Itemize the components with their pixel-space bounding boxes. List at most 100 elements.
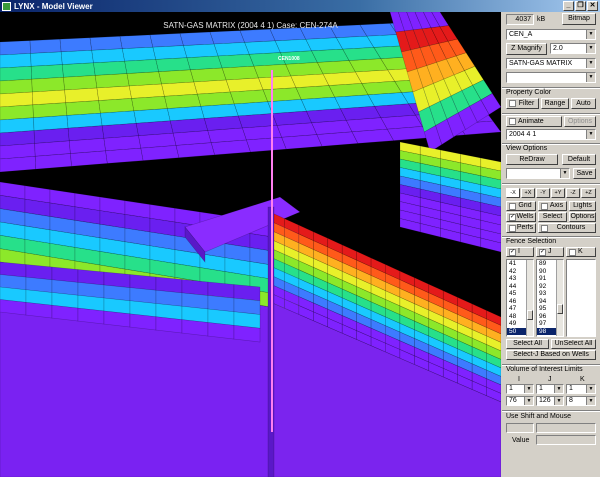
fence-i-list[interactable]: 41 42 43 44 45 46 47 48 49 50 — [506, 259, 534, 337]
grid-checkbox[interactable] — [509, 203, 516, 210]
left-lower-bands — [207, 322, 235, 340]
back-arch-slab — [239, 28, 276, 43]
redraw-button[interactable]: ReDraw — [506, 154, 558, 165]
select-wells-button[interactable]: Select — [538, 212, 567, 222]
chevron-down-icon[interactable]: ▼ — [560, 169, 569, 178]
minimize-button[interactable]: _ — [563, 1, 574, 11]
back-arch-slab — [63, 75, 98, 91]
voi-k-min[interactable]: 1 ▼ — [566, 384, 596, 394]
back-arch-slab — [34, 153, 72, 170]
fence-selection-label: Fence Selection — [506, 238, 557, 245]
back-arch-slab — [193, 79, 231, 95]
back-arch-slab — [32, 89, 67, 106]
view-plus-z-button[interactable]: +Z — [581, 188, 596, 198]
animate-toggle[interactable]: Animate — [506, 116, 562, 127]
fence-i-checkbox[interactable]: ✓ — [509, 249, 516, 256]
grid-toggle[interactable]: Grid — [506, 201, 536, 211]
fence-j-checkbox[interactable]: ✓ — [539, 249, 546, 256]
fence-k-toggle[interactable]: K — [566, 247, 596, 257]
voi-j-header: J — [548, 376, 552, 383]
memory-readout: 4037 — [506, 14, 534, 25]
chevron-down-icon[interactable]: ▼ — [586, 130, 595, 139]
voi-j-max[interactable]: 126 ▼ — [536, 396, 564, 406]
chevron-down-icon[interactable]: ▼ — [586, 59, 595, 68]
chevron-down-icon[interactable]: ▼ — [586, 44, 595, 53]
date-select[interactable]: 2004 4 1 ▼ — [506, 129, 596, 140]
back-arch-slab — [190, 67, 227, 83]
wells-checkbox[interactable]: ✓ — [509, 214, 516, 221]
voi-k-max-value: 8 — [569, 397, 573, 404]
animate-options-button[interactable]: Options — [564, 116, 596, 127]
view-preset-select[interactable]: ▼ — [506, 168, 570, 179]
chevron-down-icon[interactable]: ▼ — [586, 73, 595, 82]
view-minus-z-button[interactable]: -Z — [566, 188, 580, 198]
chevron-down-icon[interactable]: ▼ — [586, 397, 595, 405]
unselect-all-button[interactable]: UnSelect All — [551, 339, 596, 349]
bitmap-button[interactable]: Bitmap — [562, 13, 596, 25]
default-button[interactable]: Default — [562, 154, 596, 165]
view-minus-x-button[interactable]: -X — [506, 188, 520, 198]
fence-j-scrollbar[interactable] — [556, 260, 563, 336]
select-all-button[interactable]: Select All — [506, 339, 549, 349]
save-view-button[interactable]: Save — [573, 168, 596, 179]
window-title: LYNX - Model Viewer — [14, 1, 93, 11]
z-magnify-button[interactable]: Z Magnify — [506, 43, 547, 55]
chevron-down-icon[interactable]: ▼ — [524, 397, 533, 405]
voi-j-min[interactable]: 1 ▼ — [536, 384, 564, 394]
fence-i-scrollbar[interactable] — [526, 260, 533, 336]
maximize-button[interactable]: ❐ — [575, 1, 586, 11]
voi-i-max[interactable]: 76 ▼ — [506, 396, 534, 406]
fence-j-toggle[interactable]: ✓ J — [536, 247, 564, 257]
close-button[interactable]: ✕ — [587, 1, 598, 11]
z-magnify-select[interactable]: 2.0 ▼ — [550, 43, 596, 54]
back-arch-slab — [93, 60, 128, 76]
left-lower-bands — [181, 319, 209, 337]
back-arch-slab — [124, 59, 160, 74]
auto-button[interactable]: Auto — [571, 98, 596, 109]
reservoir-grid-render[interactable] — [0, 12, 501, 477]
scroll-thumb[interactable] — [557, 304, 563, 314]
voi-i-min[interactable]: 1 ▼ — [506, 384, 534, 394]
perfs-toggle[interactable]: Perfs — [506, 223, 536, 233]
secondary-select[interactable]: ▼ — [506, 72, 596, 83]
fence-k-list[interactable] — [566, 259, 596, 337]
back-arch-slab — [258, 75, 297, 91]
scroll-thumb[interactable] — [527, 310, 533, 320]
perfs-checkbox[interactable] — [509, 225, 516, 232]
view-plus-y-button[interactable]: +Y — [551, 188, 565, 198]
filter-checkbox[interactable] — [509, 100, 516, 107]
chevron-down-icon[interactable]: ▼ — [586, 30, 595, 39]
chevron-down-icon[interactable]: ▼ — [524, 385, 533, 393]
axis-checkbox[interactable] — [541, 203, 548, 210]
date-select-value: 2004 4 1 — [509, 131, 537, 138]
voi-k-max[interactable]: 8 ▼ — [566, 396, 596, 406]
view-minus-y-button[interactable]: -Y — [536, 188, 550, 198]
property-select[interactable]: SATN-GAS MATRIX ▼ — [506, 58, 596, 69]
fence-k-checkbox[interactable] — [569, 249, 576, 256]
chevron-down-icon[interactable]: ▼ — [554, 397, 563, 405]
back-arch-slab — [30, 51, 63, 67]
filter-toggle[interactable]: Filter — [506, 98, 539, 109]
contours-checkbox[interactable] — [541, 225, 548, 232]
select-j-wells-button[interactable]: Select-J Based on Wells — [506, 350, 596, 360]
viewport-title: SATN-GAS MATRIX (2004 4 1) Case: CEN-274… — [163, 21, 338, 30]
lights-button[interactable]: Lights — [569, 201, 596, 211]
wells-toggle[interactable]: ✓ Wells — [506, 212, 536, 222]
perfs-label: Perfs — [516, 224, 534, 231]
back-arch-slab — [175, 142, 216, 159]
animate-checkbox[interactable] — [509, 118, 516, 125]
axis-toggle[interactable]: Axis — [538, 201, 567, 211]
view-plus-x-button[interactable]: +X — [521, 188, 535, 198]
range-button[interactable]: Range — [541, 98, 569, 109]
contours-toggle[interactable]: Contours — [538, 223, 596, 233]
shift-mouse-label: Use Shift and Mouse — [506, 413, 571, 420]
back-arch-slab — [217, 53, 255, 69]
chevron-down-icon[interactable]: ▼ — [586, 385, 595, 393]
fence-j-list[interactable]: 89 90 91 92 93 94 95 96 97 98 — [536, 259, 564, 337]
back-arch-slab — [91, 48, 125, 64]
3d-model-viewport[interactable]: SATN-GAS MATRIX (2004 4 1) Case: CEN-274… — [0, 12, 501, 477]
case-select[interactable]: CEN_A ▼ — [506, 29, 596, 40]
chevron-down-icon[interactable]: ▼ — [554, 385, 563, 393]
wells-options-button[interactable]: Options — [569, 212, 596, 222]
fence-i-toggle[interactable]: ✓ I — [506, 247, 534, 257]
